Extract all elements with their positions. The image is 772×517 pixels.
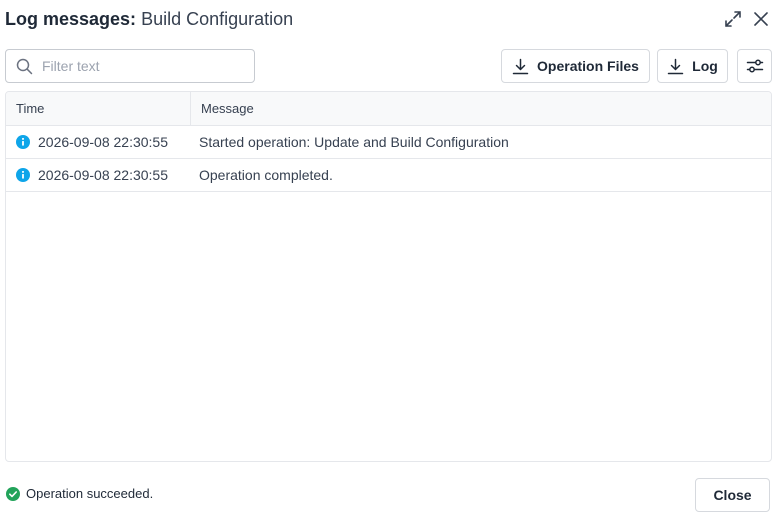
time-cell: 2026-09-08 22:30:55 xyxy=(6,167,191,183)
filter-text-input[interactable] xyxy=(42,58,242,74)
search-icon xyxy=(16,58,33,75)
status-bar: Operation succeeded. xyxy=(6,486,153,501)
close-button[interactable]: Close xyxy=(695,478,770,512)
column-header-message[interactable]: Message xyxy=(191,92,771,125)
close-icon[interactable] xyxy=(750,8,772,30)
status-text: Operation succeeded. xyxy=(26,486,154,501)
dialog-title: Log messages: Build Configuration xyxy=(5,9,293,30)
table-row[interactable]: 2026-09-08 22:30:55 Started operation: U… xyxy=(6,126,771,159)
log-messages-dialog: Log messages: Build Configuration Filter… xyxy=(0,0,772,517)
download-icon xyxy=(512,58,529,75)
log-label: Log xyxy=(692,58,718,74)
message-cell: Operation completed. xyxy=(199,167,333,183)
time-text: 2026-09-08 22:30:55 xyxy=(38,134,168,150)
operation-files-button[interactable]: Operation Files xyxy=(501,49,650,83)
dialog-header: Log messages: Build Configuration xyxy=(5,6,772,32)
check-circle-icon xyxy=(6,486,20,501)
sliders-icon xyxy=(746,57,764,75)
title-subject: Build Configuration xyxy=(141,8,294,29)
message-cell: Started operation: Update and Build Conf… xyxy=(199,134,509,150)
header-actions xyxy=(722,8,772,30)
info-icon xyxy=(16,135,30,149)
title-prefix: Log messages: xyxy=(5,8,137,29)
expand-icon[interactable] xyxy=(722,8,744,30)
operation-files-label: Operation Files xyxy=(537,58,639,74)
log-table: Time Message 2026-09-08 22:30:55 Started… xyxy=(5,91,772,462)
table-row[interactable]: 2026-09-08 22:30:55 Operation completed. xyxy=(6,159,771,192)
filter-text-field[interactable] xyxy=(5,49,255,83)
time-cell: 2026-09-08 22:30:55 xyxy=(6,134,191,150)
info-icon xyxy=(16,168,30,182)
time-text: 2026-09-08 22:30:55 xyxy=(38,167,168,183)
download-icon xyxy=(667,58,684,75)
column-header-time[interactable]: Time xyxy=(6,92,191,125)
table-header: Time Message xyxy=(6,92,771,126)
column-settings-button[interactable] xyxy=(737,49,772,83)
log-button[interactable]: Log xyxy=(657,49,728,83)
